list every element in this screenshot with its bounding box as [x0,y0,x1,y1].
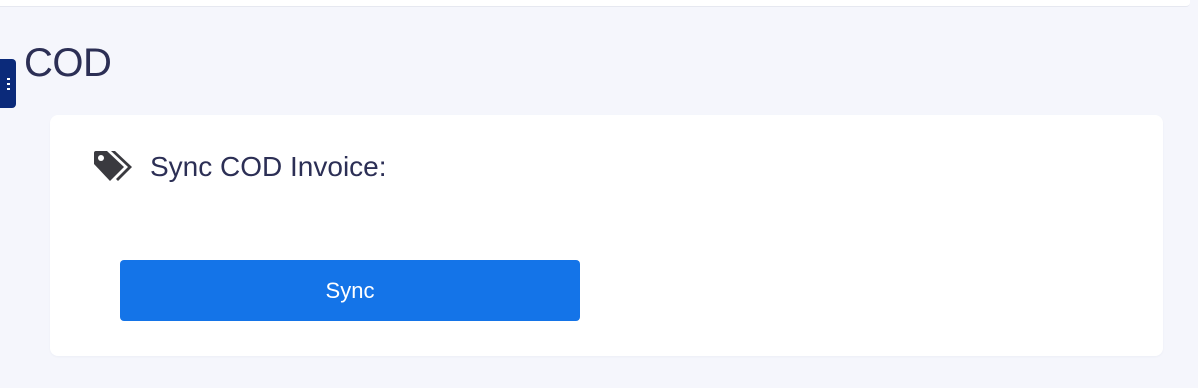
menu-dots-icon [6,77,10,90]
tags-icon [94,151,132,181]
page-title: COD [24,41,112,85]
sync-button[interactable]: Sync [120,260,580,321]
sidebar-toggle-button[interactable] [0,59,16,108]
card-title: Sync COD Invoice: [150,151,387,182]
top-bar [0,0,1190,7]
sync-card: Sync COD Invoice: Sync [50,115,1163,356]
card-header: Sync COD Invoice: [92,150,387,184]
